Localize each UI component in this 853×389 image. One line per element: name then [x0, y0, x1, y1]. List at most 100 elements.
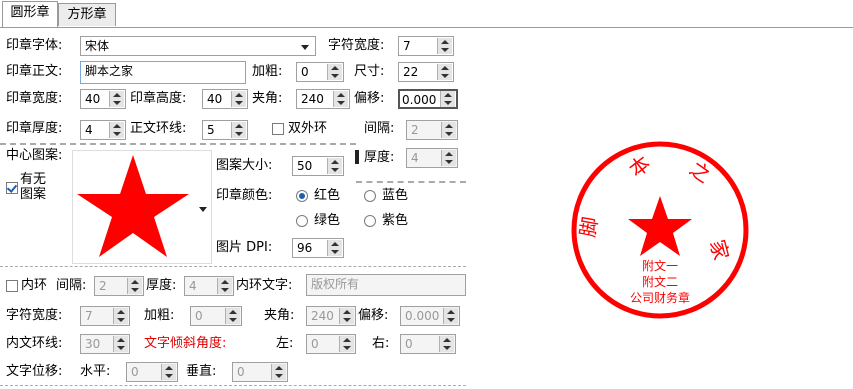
color-green-label: 绿色: [314, 213, 341, 228]
width-value: 40: [85, 92, 101, 106]
spinner-icon[interactable]: [327, 158, 342, 174]
inner-ring-line-spinner[interactable]: 30: [80, 334, 130, 354]
thickness-value: 4: [85, 123, 93, 137]
spinner-icon[interactable]: [437, 64, 452, 80]
spinner-icon[interactable]: [440, 91, 455, 107]
inner-angle-spinner[interactable]: 240: [306, 306, 356, 326]
gap-spinner[interactable]: 2: [406, 120, 458, 140]
has-pattern-label: 有无 图案: [20, 172, 46, 202]
text-label: 印章正文:: [6, 64, 63, 79]
char-width-label: 字符宽度:: [328, 38, 385, 53]
tilt-left-spinner[interactable]: 0: [306, 334, 356, 354]
inner-offset-spinner[interactable]: 0.000: [400, 306, 460, 326]
has-pattern-label-2: 图案: [20, 187, 47, 202]
ring-spinner[interactable]: 5: [202, 120, 248, 140]
tilt-right-value: 0: [405, 337, 413, 351]
inner-ring-line-label: 内文环线:: [6, 336, 63, 351]
seal-color-label: 印章颜色:: [216, 188, 273, 203]
spinner-icon[interactable]: [127, 278, 142, 294]
bold-spinner[interactable]: 0: [296, 62, 344, 82]
spinner-icon[interactable]: [437, 38, 452, 54]
spinner-icon[interactable]: [231, 122, 246, 138]
spinner-icon[interactable]: [113, 336, 128, 352]
text-input[interactable]: 脚本之家: [80, 61, 246, 84]
inner-text-value: 版权所有: [311, 277, 360, 291]
height-label: 印章高度:: [130, 91, 187, 106]
size-spinner[interactable]: 22: [398, 62, 454, 82]
color-radio-purple[interactable]: [364, 215, 376, 227]
has-pattern-checkbox[interactable]: [6, 182, 18, 194]
color-radio-blue[interactable]: [364, 190, 376, 202]
spinner-icon[interactable]: [217, 278, 232, 294]
seal-preview: 本 之 脚 家 附文一 附文二 公司财务章: [571, 141, 749, 319]
tilt-right-spinner[interactable]: 0: [400, 334, 456, 354]
chevron-down-icon: [301, 45, 309, 50]
double-ring-checkbox[interactable]: [272, 123, 284, 135]
inner-char-width-spinner[interactable]: 7: [80, 306, 130, 326]
pattern-picker[interactable]: [72, 150, 212, 264]
spinner-icon[interactable]: [441, 122, 456, 138]
spinner-icon[interactable]: [443, 308, 458, 324]
offset-label: 偏移:: [354, 91, 385, 106]
spinner-icon[interactable]: [113, 308, 128, 324]
width-spinner[interactable]: 40: [80, 89, 126, 109]
angle-spinner[interactable]: 240: [296, 89, 350, 109]
height-spinner[interactable]: 40: [202, 89, 248, 109]
thick2-label: 厚度:: [364, 150, 395, 165]
seal-char-4: 家: [705, 237, 733, 263]
pattern-size-spinner[interactable]: 50: [292, 156, 344, 176]
text-shift-label: 文字位移:: [6, 364, 63, 379]
horiz-spinner[interactable]: 0: [126, 362, 178, 382]
spinner-icon[interactable]: [339, 336, 354, 352]
seal-text-3: 公司财务章: [630, 290, 690, 305]
inner-text-input[interactable]: 版权所有: [306, 274, 466, 296]
text-input-value: 脚本之家: [85, 64, 134, 78]
thick2-spinner[interactable]: 4: [406, 148, 458, 168]
spinner-icon[interactable]: [161, 364, 176, 380]
spinner-icon[interactable]: [441, 150, 456, 166]
spinner-icon[interactable]: [109, 91, 124, 107]
vert-spinner[interactable]: 0: [232, 362, 288, 382]
color-radio-red[interactable]: [296, 190, 308, 202]
divider: [0, 266, 466, 267]
dpi-spinner[interactable]: 96: [292, 238, 344, 258]
color-radio-green[interactable]: [296, 215, 308, 227]
spinner-icon[interactable]: [339, 308, 354, 324]
chevron-down-icon[interactable]: [199, 207, 207, 212]
thickness-spinner[interactable]: 4: [80, 120, 126, 140]
dpi-label: 图片 DPI:: [216, 240, 273, 255]
pattern-size-label: 图案大小:: [216, 158, 273, 173]
inner-gap-spinner[interactable]: 2: [94, 276, 144, 296]
offset-spinner[interactable]: 0.000: [398, 89, 458, 109]
inner-bold-spinner[interactable]: 0: [190, 306, 242, 326]
spinner-icon[interactable]: [231, 91, 246, 107]
tab-square-seal[interactable]: 方形章: [58, 3, 116, 26]
font-select[interactable]: 宋体: [80, 36, 316, 56]
height-value: 40: [207, 92, 223, 106]
thickness-label: 印章厚度:: [6, 121, 63, 136]
char-width-spinner[interactable]: 7: [398, 36, 454, 56]
vert-value: 0: [237, 365, 245, 379]
width-label: 印章宽度:: [6, 91, 63, 106]
inner-ring-line-value: 30: [85, 337, 101, 351]
font-select-value: 宋体: [85, 39, 110, 53]
size-value: 22: [403, 65, 419, 79]
spinner-icon[interactable]: [327, 64, 342, 80]
tab-round-seal-label: 圆形章: [10, 5, 50, 20]
horiz-label: 水平:: [80, 364, 111, 379]
spinner-icon[interactable]: [271, 364, 286, 380]
spinner-icon[interactable]: [225, 308, 240, 324]
bold-label: 加粗:: [252, 64, 283, 79]
spinner-icon[interactable]: [109, 122, 124, 138]
tilt-left-value: 0: [311, 337, 319, 351]
ring-value: 5: [207, 123, 215, 137]
inner-ring-checkbox[interactable]: [6, 280, 18, 292]
spinner-icon[interactable]: [439, 336, 454, 352]
tab-round-seal[interactable]: 圆形章: [2, 1, 58, 27]
star-icon: [77, 155, 189, 257]
inner-thick-spinner[interactable]: 4: [184, 276, 234, 296]
seal-text-1: 附文一: [642, 258, 678, 273]
inner-ring-label: 内环: [21, 278, 48, 293]
spinner-icon[interactable]: [333, 91, 348, 107]
spinner-icon[interactable]: [327, 240, 342, 256]
